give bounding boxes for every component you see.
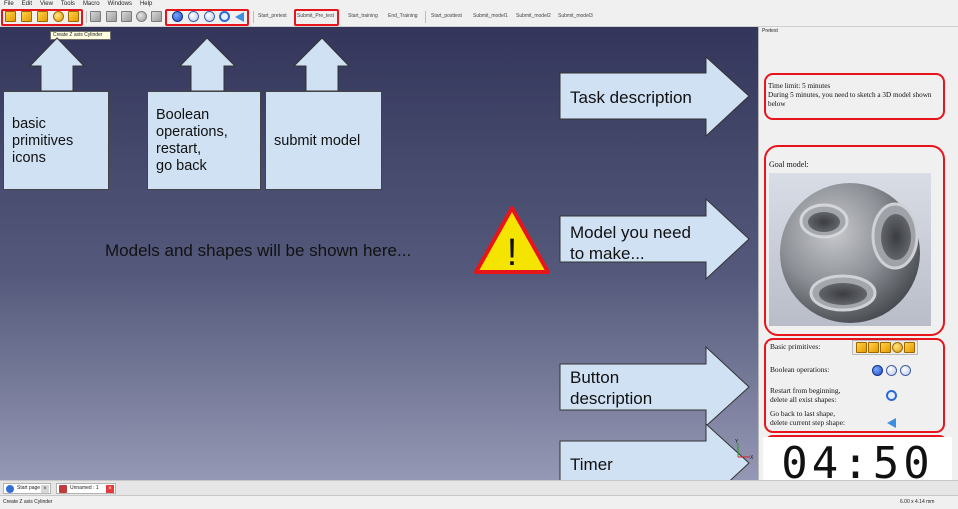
tab-start-page[interactable]: Start page × xyxy=(3,483,51,494)
instructions: During 5 minutes, you need to sketch a 3… xyxy=(768,91,932,108)
boolean-operations-label: Boolean operations: xyxy=(770,365,830,374)
cut-icon[interactable] xyxy=(886,365,897,376)
callout-primitives-text: basic primitives icons xyxy=(12,116,74,166)
goal-model-image xyxy=(769,173,931,326)
axis-indicator: Y X xyxy=(735,439,754,461)
goal-label: Goal model: xyxy=(769,160,809,169)
callout-boolean-text: Boolean operations, restart, go back xyxy=(156,107,228,174)
close-icon[interactable]: × xyxy=(41,485,49,493)
goal-model-sphere xyxy=(780,183,920,323)
status-dimensions: 6.00 x 4.14 mm xyxy=(900,499,935,505)
callout-submit-text: submit model xyxy=(274,133,361,149)
document-icon xyxy=(59,485,67,493)
globe-icon xyxy=(6,485,14,493)
restart-icon[interactable] xyxy=(886,390,897,401)
status-bar: Create Z axis Cylinder 6.00 x 4.14 mm xyxy=(0,495,958,509)
go-back-label: Go back to last shape, delete current st… xyxy=(770,409,845,427)
document-tab-bar: Start page × Unnamed : 1 × xyxy=(0,480,958,495)
restart-label: Restart from beginning, delete all exist… xyxy=(770,386,841,404)
svg-text:X: X xyxy=(750,455,754,461)
warning-icon: ! xyxy=(474,206,550,274)
tab-unnamed-label: Unnamed : 1 xyxy=(70,485,99,491)
model-label: Model you need to make... xyxy=(570,223,691,263)
pretest-panel: Pretest Time limit: 5 minutes During 5 m… xyxy=(758,27,958,492)
panel-title: Pretest xyxy=(762,28,778,34)
close-icon[interactable]: × xyxy=(106,485,114,493)
torus-icon[interactable] xyxy=(904,342,915,353)
cone-icon[interactable] xyxy=(880,342,891,353)
view-placeholder-message: Models and shapes will be shown here... xyxy=(105,241,412,260)
cylinder-icon[interactable] xyxy=(868,342,879,353)
freecad-window: File Edit View Tools Macro Windows Help … xyxy=(0,0,958,509)
svg-text:!: ! xyxy=(507,232,518,274)
tab-start-page-label: Start page xyxy=(17,485,41,491)
up-arrow-primitives xyxy=(28,37,86,92)
basic-primitives-icons xyxy=(852,340,918,355)
up-arrow-submit xyxy=(292,37,351,92)
intersection-icon[interactable] xyxy=(900,365,911,376)
tab-unnamed[interactable]: Unnamed : 1 × xyxy=(56,483,116,494)
union-icon[interactable] xyxy=(872,365,883,376)
task-description-label: Task description xyxy=(570,88,692,107)
box-icon[interactable] xyxy=(856,342,867,353)
task-text: Time limit: 5 minutes During 5 minutes, … xyxy=(768,82,948,109)
button-description-label: Button description xyxy=(570,368,653,408)
back-arrow-icon[interactable] xyxy=(887,418,896,428)
time-limit: Time limit: 5 minutes xyxy=(768,82,831,90)
basic-primitives-label: Basic primitives: xyxy=(770,342,821,351)
up-arrow-boolean xyxy=(178,37,237,92)
status-message: Create Z axis Cylinder xyxy=(3,499,53,505)
timer-label: Timer xyxy=(570,455,613,474)
sphere-icon[interactable] xyxy=(892,342,903,353)
